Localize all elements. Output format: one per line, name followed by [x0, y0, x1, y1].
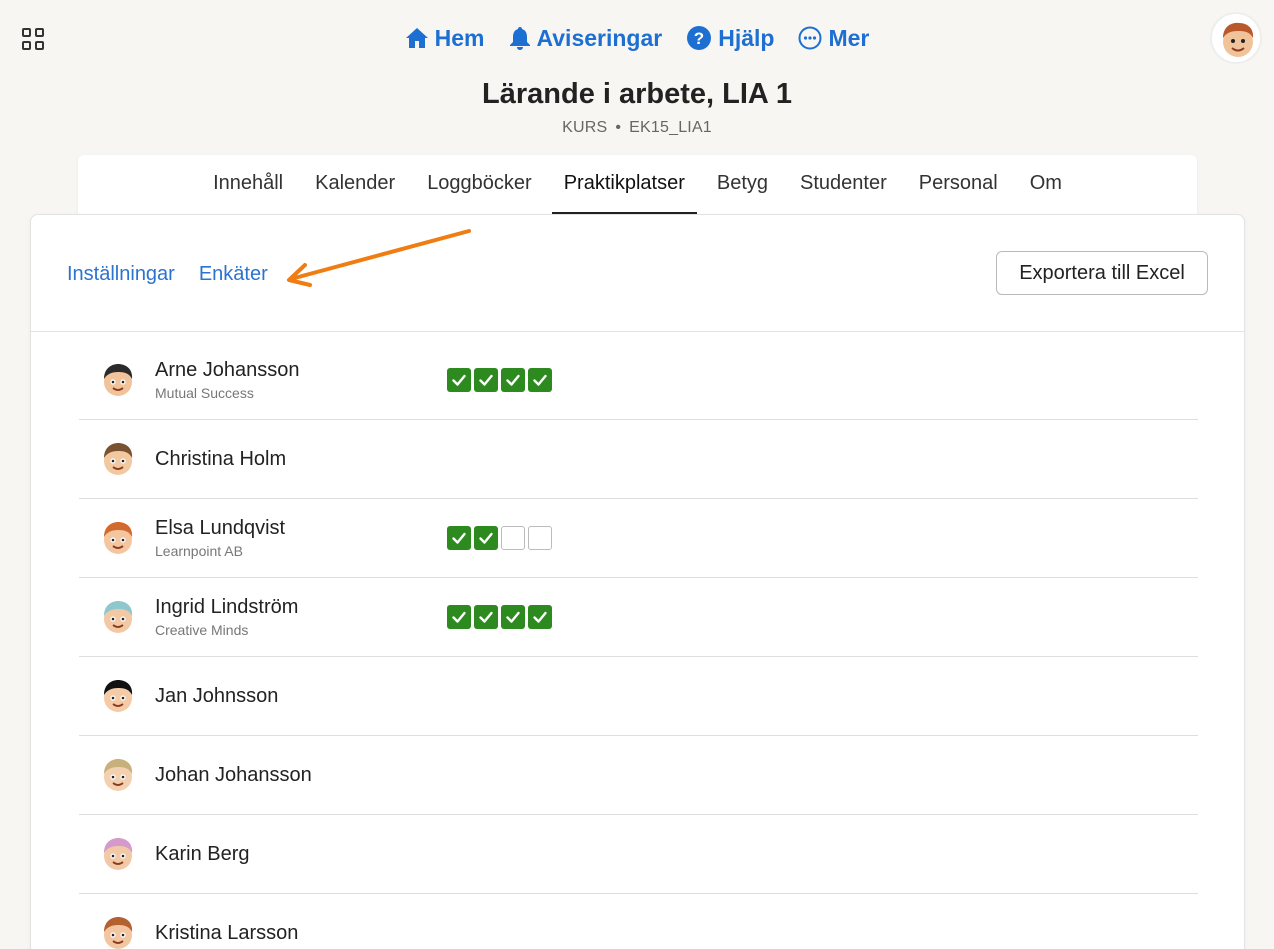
check-empty-icon	[501, 526, 525, 550]
course-code: EK15_LIA1	[629, 119, 712, 136]
bell-icon	[509, 27, 530, 50]
student-info: Ingrid Lindström Creative Minds	[155, 596, 447, 638]
more-icon	[798, 26, 822, 50]
tab-studenter[interactable]: Studenter	[788, 155, 899, 215]
student-avatar	[95, 752, 141, 798]
student-row[interactable]: Jan Johnsson	[79, 657, 1198, 736]
placements-panel: Inställningar Enkäter Exportera till Exc…	[30, 214, 1245, 949]
nav-notifications-label: Aviseringar	[536, 24, 663, 51]
student-name: Elsa Lundqvist	[155, 517, 286, 539]
student-avatar	[95, 594, 141, 640]
tab-loggbocker[interactable]: Loggböcker	[415, 155, 544, 215]
svg-text:?: ?	[694, 29, 704, 48]
check-done-icon	[474, 368, 498, 392]
course-subtitle: KURS • EK15_LIA1	[0, 119, 1274, 137]
student-row[interactable]: Johan Johansson	[79, 736, 1198, 815]
student-row[interactable]: Elsa Lundqvist Learnpoint AB	[79, 499, 1198, 578]
surveys-link[interactable]: Enkäter	[199, 263, 268, 286]
survey-status	[447, 368, 552, 392]
check-done-icon	[528, 605, 552, 629]
course-title: Lärande i arbete, LIA 1	[482, 78, 792, 110]
check-done-icon	[474, 605, 498, 629]
student-list: Arne Johansson Mutual Success Christina Ho…	[79, 341, 1198, 949]
student-name: Christina Holm	[155, 447, 287, 470]
nav-help[interactable]: ? Hjälp	[686, 25, 774, 52]
check-done-icon	[474, 526, 498, 550]
student-name: Arne Johansson	[155, 359, 300, 381]
nav-more[interactable]: Mer	[798, 25, 869, 52]
top-navigation: Hem Aviseringar ? Hjälp Mer	[0, 20, 1274, 56]
check-empty-icon	[528, 526, 552, 550]
student-name: Jan Johnsson	[155, 684, 279, 707]
tab-innehall[interactable]: Innehåll	[201, 155, 295, 215]
tab-betyg[interactable]: Betyg	[705, 155, 780, 215]
settings-link[interactable]: Inställningar	[67, 263, 175, 286]
help-icon: ?	[687, 26, 712, 50]
check-done-icon	[447, 605, 471, 629]
student-avatar	[95, 673, 141, 719]
check-done-icon	[501, 605, 525, 629]
placements-subnav: Inställningar Enkäter	[67, 263, 268, 286]
check-done-icon	[501, 368, 525, 392]
student-info: Johan Johansson	[155, 764, 447, 787]
student-name: Ingrid Lindström	[155, 596, 299, 618]
annotation-arrow	[287, 229, 471, 287]
student-company: Learnpoint AB	[155, 543, 243, 559]
check-done-icon	[528, 368, 552, 392]
course-tabs: Innehåll Kalender Loggböcker Praktikplat…	[78, 155, 1197, 217]
student-info: Kristina Larsson	[155, 922, 447, 945]
survey-status	[447, 526, 552, 550]
student-info: Jan Johnsson	[155, 685, 447, 708]
student-info: Arne Johansson Mutual Success	[155, 359, 447, 401]
nav-help-label: Hjälp	[718, 24, 775, 51]
user-avatar[interactable]	[1210, 12, 1262, 64]
separator-dot: •	[615, 119, 622, 136]
student-avatar	[95, 831, 141, 877]
student-row[interactable]: Ingrid Lindström Creative Minds	[79, 578, 1198, 657]
student-info: Karin Berg	[155, 843, 447, 866]
nav-home[interactable]: Hem	[405, 25, 485, 52]
nav-notifications[interactable]: Aviseringar	[509, 24, 663, 52]
student-avatar	[95, 436, 141, 482]
tab-praktikplatser[interactable]: Praktikplatser	[551, 155, 697, 215]
student-company: Creative Minds	[155, 622, 249, 638]
student-row[interactable]: Christina Holm	[79, 420, 1198, 499]
tab-personal[interactable]: Personal	[907, 155, 1010, 215]
home-icon	[405, 28, 428, 48]
survey-status	[447, 605, 552, 629]
nav-home-label: Hem	[434, 24, 485, 51]
student-name: Johan Johansson	[155, 763, 312, 786]
export-excel-button[interactable]: Exportera till Excel	[996, 251, 1208, 295]
tab-om[interactable]: Om	[1018, 155, 1074, 215]
nav-more-label: Mer	[828, 24, 870, 51]
student-info: Elsa Lundqvist Learnpoint AB	[155, 517, 447, 559]
student-info: Christina Holm	[155, 448, 447, 471]
student-row[interactable]: Karin Berg	[79, 815, 1198, 894]
check-done-icon	[447, 368, 471, 392]
student-avatar	[95, 357, 141, 403]
student-name: Kristina Larsson	[155, 921, 299, 944]
student-avatar	[95, 515, 141, 561]
course-type: KURS	[562, 119, 608, 136]
divider	[31, 331, 1244, 332]
check-done-icon	[447, 526, 471, 550]
student-company: Mutual Success	[155, 385, 254, 401]
student-row[interactable]: Kristina Larsson	[79, 894, 1198, 949]
student-avatar	[95, 910, 141, 949]
tab-kalender[interactable]: Kalender	[303, 155, 407, 215]
student-row[interactable]: Arne Johansson Mutual Success	[79, 341, 1198, 420]
student-name: Karin Berg	[155, 842, 250, 865]
